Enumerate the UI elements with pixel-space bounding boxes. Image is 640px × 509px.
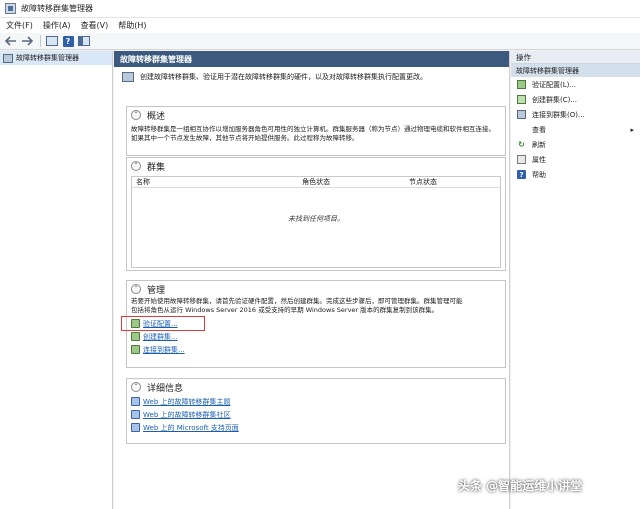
properties-icon (517, 155, 526, 164)
management-header[interactable]: ⌃ 管理 (127, 281, 505, 297)
action-help[interactable]: ? 帮助 (511, 167, 640, 182)
actions-subheader[interactable]: 故障转移群集管理器 (511, 64, 640, 77)
web-support-row: Web 上的 Microsoft 支持页面 (127, 421, 505, 434)
highlight-box (121, 316, 205, 331)
show-hide-action-pane-icon (78, 36, 90, 46)
column-role-status[interactable]: 角色状态 (298, 177, 405, 187)
help-icon: ? (517, 170, 526, 179)
details-section: ⌃ 详细信息 Web 上的故障转移群集主题 Web 上的故障转移群集社区 Web… (126, 378, 506, 444)
overview-header[interactable]: ⌃ 概述 (127, 107, 505, 123)
management-body: 若要开始使用故障转移群集，请首先验证硬件配置，然后创建群集。完成这些步骤后，即可… (127, 297, 505, 317)
management-title: 管理 (147, 285, 166, 296)
show-hide-console-tree-button[interactable] (45, 35, 59, 48)
create-cluster-icon (517, 95, 526, 104)
menu-view[interactable]: 查看(V) (81, 20, 109, 31)
action-create-cluster[interactable]: 创建群集(C)... (511, 92, 640, 107)
web-support-link[interactable]: Web 上的 Microsoft 支持页面 (143, 423, 239, 433)
center-pane: 故障转移群集管理器 创建故障转移群集、验证用于潜在故障转移群集的硬件，以及对故障… (114, 51, 510, 509)
forward-arrow-icon[interactable] (20, 35, 34, 48)
intro: 创建故障转移群集、验证用于潜在故障转移群集的硬件，以及对故障转移群集执行配置更改… (114, 67, 509, 87)
action-label: 创建群集(C)... (532, 95, 578, 104)
toolbar: ? (0, 33, 640, 50)
validate-config-row: 验证配置... (121, 316, 505, 331)
cluster-manager-icon (122, 72, 134, 82)
submenu-arrow-icon: ▸ (630, 125, 634, 134)
action-label: 验证配置(L)... (532, 80, 577, 89)
clusters-title: 群集 (147, 162, 166, 173)
overview-section: ⌃ 概述 故障转移群集是一组相互协作以增加服务器角色可用性的独立计算机。群集服务… (126, 106, 506, 156)
validate-config-icon (517, 80, 526, 89)
clusters-header[interactable]: ⌃ 群集 (127, 158, 505, 174)
column-node-status[interactable]: 节点状态 (405, 177, 500, 187)
center-header: 故障转移群集管理器 (114, 51, 509, 67)
menu-action[interactable]: 操作(A) (43, 20, 71, 31)
column-name[interactable]: 名称 (132, 177, 298, 187)
connect-cluster-icon (131, 345, 140, 354)
clusters-grid: 名称 角色状态 节点状态 未找到任何项目。 (131, 176, 501, 268)
management-body-line-2: 包括将角色从运行 Windows Server 2016 或受支持的早期 Win… (131, 306, 439, 314)
watermark: 头条 @智能运维小讲堂 (458, 479, 583, 493)
create-cluster-link[interactable]: 创建群集... (143, 332, 178, 342)
connect-cluster-row: 连接到群集... (127, 343, 505, 356)
overview-title: 概述 (147, 111, 166, 122)
connect-cluster-icon (517, 110, 526, 119)
console-tree: 故障转移群集管理器 (0, 51, 113, 509)
toolbar-separator (40, 35, 41, 47)
details-header[interactable]: ⌃ 详细信息 (127, 379, 505, 395)
action-properties[interactable]: 属性 (511, 152, 640, 167)
clusters-section: ⌃ 群集 名称 角色状态 节点状态 未找到任何项目。 (126, 157, 506, 271)
help-button[interactable]: ? (61, 35, 75, 48)
action-label: 刷新 (532, 140, 546, 149)
create-cluster-row: 创建群集... (127, 330, 505, 343)
menu-help[interactable]: 帮助(H) (118, 20, 146, 31)
help-icon: ? (62, 35, 74, 47)
action-validate-config[interactable]: 验证配置(L)... (511, 77, 640, 92)
web-community-link[interactable]: Web 上的故障转移群集社区 (143, 410, 231, 420)
collapse-chevron-icon[interactable]: ⌃ (131, 382, 141, 392)
tree-item-label: 故障转移群集管理器 (16, 54, 79, 62)
management-section: ⌃ 管理 若要开始使用故障转移群集，请首先验证硬件配置，然后创建群集。完成这些步… (121, 280, 506, 368)
action-label: 属性 (532, 155, 546, 164)
refresh-icon: ↻ (518, 140, 525, 149)
action-label: 帮助 (532, 170, 546, 179)
actions-pane: 操作 故障转移群集管理器 验证配置(L)... 创建群集(C)... 连接到群集… (511, 51, 640, 509)
action-label: 查看 (532, 125, 546, 134)
create-cluster-icon (131, 332, 140, 341)
show-hide-action-pane-button[interactable] (77, 35, 91, 48)
title-bar: 故障转移群集管理器 (0, 0, 640, 18)
intro-text: 创建故障转移群集、验证用于潜在故障转移群集的硬件，以及对故障转移群集执行配置更改… (140, 73, 427, 81)
web-link-icon (131, 423, 140, 432)
tree-item-cluster-manager[interactable]: 故障转移群集管理器 (0, 51, 112, 65)
cluster-manager-icon (5, 3, 16, 14)
details-title: 详细信息 (147, 383, 184, 394)
window-title: 故障转移群集管理器 (21, 4, 93, 13)
action-refresh[interactable]: ↻ 刷新 (511, 137, 640, 152)
action-label: 连接到群集(O)... (532, 110, 585, 119)
show-hide-console-tree-icon (46, 36, 58, 46)
actions-header: 操作 (511, 51, 640, 64)
overview-body: 故障转移群集是一组相互协作以增加服务器角色可用性的独立计算机。群集服务器（称为节… (131, 125, 495, 142)
web-link-icon (131, 397, 140, 406)
menu-file[interactable]: 文件(F) (6, 20, 33, 31)
back-arrow-icon[interactable] (4, 35, 18, 48)
action-connect-cluster[interactable]: 连接到群集(O)... (511, 107, 640, 122)
web-topics-link[interactable]: Web 上的故障转移群集主题 (143, 397, 231, 407)
action-view[interactable]: 查看 ▸ (511, 122, 640, 137)
grid-header: 名称 角色状态 节点状态 (132, 177, 500, 188)
connect-cluster-link[interactable]: 连接到群集... (143, 345, 185, 355)
cluster-manager-icon (3, 53, 13, 63)
empty-message: 未找到任何项目。 (288, 215, 344, 223)
web-link-icon (131, 410, 140, 419)
web-topics-row: Web 上的故障转移群集主题 (127, 395, 505, 408)
menu-bar: 文件(F) 操作(A) 查看(V) 帮助(H) (0, 18, 640, 33)
collapse-chevron-icon[interactable]: ⌃ (131, 284, 141, 294)
management-body-line-1: 若要开始使用故障转移群集，请首先验证硬件配置，然后创建群集。完成这些步骤后，即可… (131, 297, 463, 305)
view-icon (517, 125, 526, 134)
collapse-chevron-icon[interactable]: ⌃ (131, 110, 141, 120)
web-community-row: Web 上的故障转移群集社区 (127, 408, 505, 421)
collapse-chevron-icon[interactable]: ⌃ (131, 161, 141, 171)
